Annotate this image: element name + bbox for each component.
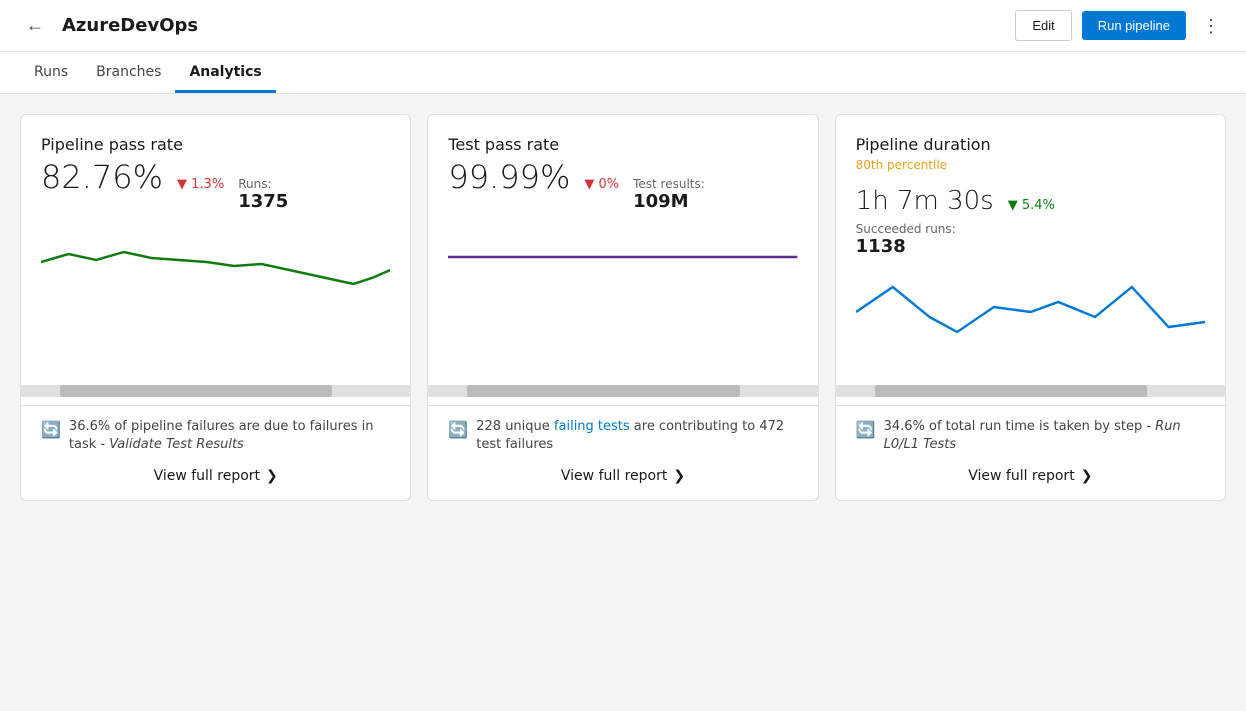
pipeline-metric-row: 82.76% ▼ 1.3% Runs: 1375	[41, 158, 390, 212]
pipeline-runs-side: Runs: 1375	[238, 177, 288, 212]
pipeline-pass-rate-chart	[41, 222, 390, 322]
app-title: AzureDevOps	[62, 15, 198, 36]
pipeline-pass-rate-change: ▼ 1.3%	[177, 177, 224, 192]
header-left: ← AzureDevOps	[20, 11, 198, 40]
succeeded-runs-label: Succeeded runs:	[856, 222, 1205, 236]
test-results-label: Test results:	[633, 177, 705, 191]
pipeline-duration-subtitle: 80th percentile	[856, 158, 1205, 172]
pipeline-duration-chart	[856, 267, 1205, 367]
test-pass-rate-value: 99.99%	[448, 158, 570, 196]
pipeline-duration-body: Pipeline duration 80th percentile 1h 7m …	[836, 115, 1225, 377]
test-pass-rate-title: Test pass rate	[448, 135, 797, 154]
pipeline-pass-rate-title: Pipeline pass rate	[41, 135, 390, 154]
test-pass-rate-chart	[448, 222, 797, 322]
insight-icon-2: 🔄	[448, 419, 468, 441]
duration-insight-text: 34.6% of total run time is taken by step…	[884, 418, 1205, 454]
pipeline-duration-value: 1h 7m 30s	[856, 186, 994, 216]
pipeline-duration-title: Pipeline duration	[856, 135, 1205, 154]
edit-button[interactable]: Edit	[1015, 10, 1071, 41]
pipeline-pass-rate-footer: 🔄 36.6% of pipeline failures are due to …	[21, 405, 410, 500]
succeeded-runs-value: 1138	[856, 236, 1205, 257]
pipeline-pass-rate-card: Pipeline pass rate 82.76% ▼ 1.3% Runs: 1…	[20, 114, 411, 501]
test-results-value: 109M	[633, 191, 705, 212]
header: ← AzureDevOps Edit Run pipeline ⋮	[0, 0, 1246, 52]
test-scrollbar-thumb	[467, 385, 740, 397]
pipeline-view-report-link[interactable]: View full report ❯	[41, 464, 390, 488]
back-button[interactable]: ←	[20, 11, 50, 40]
pipeline-duration-change: ▼ 5.4%	[1008, 198, 1055, 213]
pipeline-view-report-label: View full report	[154, 468, 260, 484]
pipeline-duration-footer: 🔄 34.6% of total run time is taken by st…	[836, 405, 1225, 500]
duration-scrollbar-thumb	[875, 385, 1148, 397]
pipeline-scrollbar[interactable]	[21, 385, 410, 397]
duration-scrollbar[interactable]	[836, 385, 1225, 397]
pipeline-insight-text: 36.6% of pipeline failures are due to fa…	[69, 418, 390, 454]
test-pass-rate-change: ▼ 0%	[584, 177, 619, 192]
main-content: Pipeline pass rate 82.76% ▼ 1.3% Runs: 1…	[0, 94, 1246, 521]
duration-view-report-link[interactable]: View full report ❯	[856, 464, 1205, 488]
test-results-side: Test results: 109M	[633, 177, 705, 212]
pipeline-duration-card: Pipeline duration 80th percentile 1h 7m …	[835, 114, 1226, 501]
duration-view-report-label: View full report	[968, 468, 1074, 484]
pipeline-runs-label: Runs:	[238, 177, 288, 191]
test-view-report-label: View full report	[561, 468, 667, 484]
tabs: Runs Branches Analytics	[0, 52, 1246, 94]
test-pass-rate-card: Test pass rate 99.99% ▼ 0% Test results:…	[427, 114, 818, 501]
succeeded-runs-side: Succeeded runs: 1138	[856, 222, 1205, 257]
test-insight: 🔄 228 unique failing tests are contribut…	[448, 418, 797, 454]
duration-insight: 🔄 34.6% of total run time is taken by st…	[856, 418, 1205, 454]
tab-branches[interactable]: Branches	[82, 52, 175, 93]
pipeline-pass-rate-body: Pipeline pass rate 82.76% ▼ 1.3% Runs: 1…	[21, 115, 410, 377]
tab-analytics[interactable]: Analytics	[175, 52, 275, 93]
duration-metric-row: 1h 7m 30s ▼ 5.4%	[856, 186, 1205, 216]
pipeline-view-report-icon: ❯	[266, 468, 278, 484]
insight-icon-1: 🔄	[41, 419, 61, 441]
run-pipeline-button[interactable]: Run pipeline	[1082, 11, 1186, 40]
test-view-report-link[interactable]: View full report ❯	[448, 464, 797, 488]
test-view-report-icon: ❯	[673, 468, 685, 484]
header-right: Edit Run pipeline ⋮	[1015, 10, 1226, 41]
test-scrollbar[interactable]	[428, 385, 817, 397]
pipeline-scrollbar-thumb	[60, 385, 333, 397]
duration-view-report-icon: ❯	[1081, 468, 1093, 484]
pipeline-runs-value: 1375	[238, 191, 288, 212]
insight-icon-3: 🔄	[856, 419, 876, 441]
test-metric-row: 99.99% ▼ 0% Test results: 109M	[448, 158, 797, 212]
pipeline-insight: 🔄 36.6% of pipeline failures are due to …	[41, 418, 390, 454]
test-pass-rate-footer: 🔄 228 unique failing tests are contribut…	[428, 405, 817, 500]
more-options-button[interactable]: ⋮	[1196, 13, 1226, 39]
test-pass-rate-body: Test pass rate 99.99% ▼ 0% Test results:…	[428, 115, 817, 377]
pipeline-pass-rate-value: 82.76%	[41, 158, 163, 196]
test-insight-text: 228 unique failing tests are contributin…	[476, 418, 797, 454]
tab-runs[interactable]: Runs	[20, 52, 82, 93]
